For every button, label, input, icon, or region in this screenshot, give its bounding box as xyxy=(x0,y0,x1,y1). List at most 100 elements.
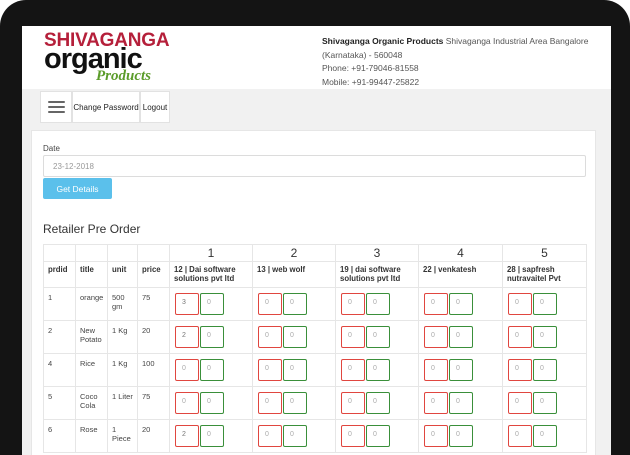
retailer-header: 13 | web wolf xyxy=(252,261,336,288)
confirm-qty-input[interactable]: 0 xyxy=(283,392,307,414)
confirm-qty-input[interactable]: 0 xyxy=(449,425,473,447)
confirm-qty-input[interactable]: 0 xyxy=(283,293,307,315)
quantity-cell: 00 xyxy=(418,287,503,321)
quantity-cell: 00 xyxy=(335,386,419,420)
cell-unit: 500 gm xyxy=(107,287,138,321)
confirm-qty-input[interactable]: 0 xyxy=(200,326,224,348)
confirm-qty-input[interactable]: 0 xyxy=(200,293,224,315)
logo-line-3: Products xyxy=(96,68,152,84)
quantity-cell: 00 xyxy=(502,287,587,321)
order-qty-input[interactable]: 2 xyxy=(175,425,199,447)
blank-header xyxy=(137,244,170,262)
quantity-cell: 00 xyxy=(502,386,587,420)
order-qty-input[interactable]: 0 xyxy=(508,392,532,414)
quantity-cell: 00 xyxy=(418,419,503,453)
order-qty-input[interactable]: 0 xyxy=(424,359,448,381)
cell-prdid: 1 xyxy=(43,287,76,321)
cell-unit: 1 Piece xyxy=(107,419,138,453)
phone-number: Phone: +91-79046-81558 xyxy=(322,63,419,73)
confirm-qty-input[interactable]: 0 xyxy=(283,326,307,348)
confirm-qty-input[interactable]: 0 xyxy=(283,359,307,381)
cell-price: 20 xyxy=(137,320,170,354)
confirm-qty-input[interactable]: 0 xyxy=(283,425,307,447)
order-qty-input[interactable]: 0 xyxy=(258,293,282,315)
cell-price: 75 xyxy=(137,386,170,420)
order-qty-input[interactable]: 0 xyxy=(424,392,448,414)
order-qty-input[interactable]: 0 xyxy=(508,326,532,348)
confirm-qty-input[interactable]: 0 xyxy=(366,293,390,315)
order-qty-input[interactable]: 0 xyxy=(258,326,282,348)
order-qty-input[interactable]: 0 xyxy=(258,425,282,447)
confirm-qty-input[interactable]: 0 xyxy=(449,359,473,381)
quantity-cell: 00 xyxy=(252,419,336,453)
cell-prdid: 4 xyxy=(43,353,76,387)
order-qty-input[interactable]: 0 xyxy=(341,425,365,447)
quantity-cell: 00 xyxy=(502,353,587,387)
confirm-qty-input[interactable]: 0 xyxy=(366,425,390,447)
confirm-qty-input[interactable]: 0 xyxy=(533,359,557,381)
order-qty-input[interactable]: 0 xyxy=(508,293,532,315)
cell-prdid: 5 xyxy=(43,386,76,420)
cell-prdid: 6 xyxy=(43,419,76,453)
order-qty-input[interactable]: 0 xyxy=(341,326,365,348)
retailer-number: 4 xyxy=(418,244,503,262)
order-qty-input[interactable]: 0 xyxy=(175,359,199,381)
menu-toggle-button[interactable] xyxy=(40,91,72,123)
content-card: Date 23-12-2018 Get Details Retailer Pre… xyxy=(31,130,596,455)
company-name: Shivaganga Organic Products xyxy=(322,36,444,46)
confirm-qty-input[interactable]: 0 xyxy=(533,326,557,348)
order-qty-input[interactable]: 0 xyxy=(258,392,282,414)
confirm-qty-input[interactable]: 0 xyxy=(366,326,390,348)
quantity-cell: 00 xyxy=(169,353,253,387)
retailer-number: 1 xyxy=(169,244,253,262)
order-qty-input[interactable]: 0 xyxy=(424,293,448,315)
confirm-qty-input[interactable]: 0 xyxy=(366,392,390,414)
retailer-number: 3 xyxy=(335,244,419,262)
order-qty-input[interactable]: 0 xyxy=(175,392,199,414)
confirm-qty-input[interactable]: 0 xyxy=(200,359,224,381)
date-input[interactable]: 23-12-2018 xyxy=(43,155,586,177)
order-qty-input[interactable]: 0 xyxy=(508,425,532,447)
quantity-cell: 00 xyxy=(252,353,336,387)
confirm-qty-input[interactable]: 0 xyxy=(366,359,390,381)
order-qty-input[interactable]: 0 xyxy=(258,359,282,381)
cell-title: Rose xyxy=(75,419,108,453)
order-qty-input[interactable]: 3 xyxy=(175,293,199,315)
quantity-cell: 00 xyxy=(335,353,419,387)
cell-price: 100 xyxy=(137,353,170,387)
quantity-cell: 00 xyxy=(418,386,503,420)
order-qty-input[interactable]: 0 xyxy=(341,293,365,315)
quantity-cell: 00 xyxy=(502,419,587,453)
confirm-qty-input[interactable]: 0 xyxy=(200,392,224,414)
confirm-qty-input[interactable]: 0 xyxy=(449,326,473,348)
logout-link[interactable]: Logout xyxy=(140,91,170,123)
retailer-number-row: 1 2 3 4 5 xyxy=(43,244,587,262)
order-qty-input[interactable]: 0 xyxy=(341,392,365,414)
cell-title: orange xyxy=(75,287,108,321)
confirm-qty-input[interactable]: 0 xyxy=(533,392,557,414)
brand-logo[interactable]: SHIVAGANGA organic Products xyxy=(44,30,170,86)
order-qty-input[interactable]: 0 xyxy=(424,425,448,447)
device-frame: SHIVAGANGA organic Products Shivaganga O… xyxy=(0,0,630,455)
change-password-link[interactable]: Change Password xyxy=(72,91,140,123)
quantity-cell: 00 xyxy=(418,320,503,354)
order-qty-input[interactable]: 0 xyxy=(508,359,532,381)
get-details-button[interactable]: Get Details xyxy=(43,178,112,199)
confirm-qty-input[interactable]: 0 xyxy=(449,392,473,414)
retailer-number: 5 xyxy=(502,244,587,262)
cell-title: Rice xyxy=(75,353,108,387)
cell-title: Coco Cola xyxy=(75,386,108,420)
table-row: 4 Rice 1 Kg 100 0 0 0 0 0 0 0 0 0 0 xyxy=(43,353,587,387)
confirm-qty-input[interactable]: 0 xyxy=(533,425,557,447)
order-qty-input[interactable]: 2 xyxy=(175,326,199,348)
confirm-qty-input[interactable]: 0 xyxy=(200,425,224,447)
confirm-qty-input[interactable]: 0 xyxy=(533,293,557,315)
contact-info: Shivaganga Organic Products Shivaganga I… xyxy=(322,35,602,89)
cell-unit: 1 Kg xyxy=(107,320,138,354)
confirm-qty-input[interactable]: 0 xyxy=(449,293,473,315)
section-title: Retailer Pre Order xyxy=(43,222,141,236)
order-qty-input[interactable]: 0 xyxy=(341,359,365,381)
order-qty-input[interactable]: 0 xyxy=(424,326,448,348)
cell-unit: 1 Kg xyxy=(107,353,138,387)
quantity-cell: 00 xyxy=(335,287,419,321)
